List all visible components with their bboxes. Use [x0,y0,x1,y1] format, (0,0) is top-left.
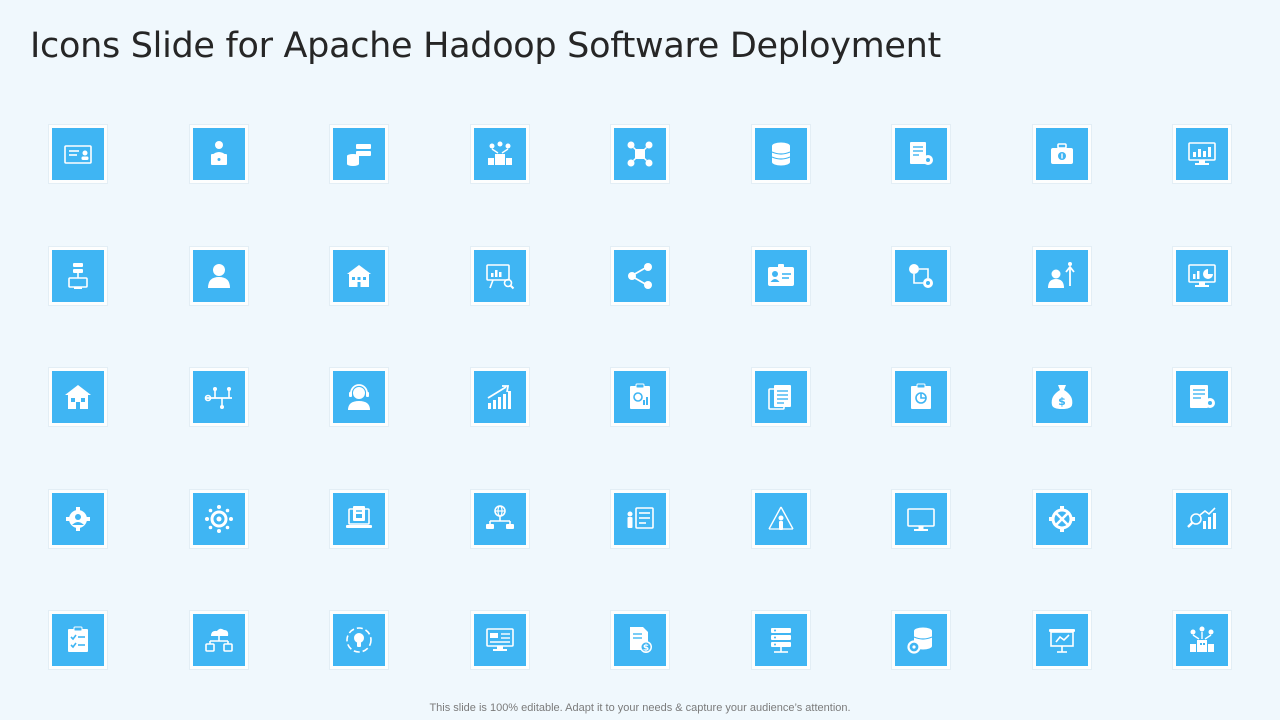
icon-tile [750,367,811,427]
icon-tile [1172,245,1232,306]
gear-network-icon [192,492,245,545]
server-rack-icon [754,614,807,666]
icon-tile [1172,367,1232,427]
data-analytics-icon [1176,492,1228,545]
icon-tile [329,124,389,184]
database-icon [754,128,807,180]
report-clipboard-icon [614,371,666,423]
icon-tile [750,488,811,549]
global-network-icon [473,492,526,545]
computer-dashboard-icon [473,614,526,666]
icon-tile [1031,124,1092,184]
presentation-analysis-icon [473,249,526,302]
icon-tile [1172,610,1232,670]
footer-note: This slide is 100% editable. Adapt it to… [429,702,851,714]
house-building-icon [52,371,104,423]
icon-tile [48,124,108,184]
icon-tile [891,610,951,670]
icon-tile [1031,488,1092,549]
timeline-nodes-icon [192,371,245,423]
server-computer-icon [52,249,104,302]
icon-tile [469,367,530,427]
icon-tile [329,610,389,670]
team-gear-icon [52,492,104,545]
icon-tile [610,124,670,184]
icon-tile [48,610,108,670]
desktop-monitor-icon [895,492,947,545]
customer-support-icon [333,371,385,423]
presentation-screen-icon [1035,614,1088,666]
icon-tile [891,488,951,549]
growth-chart-icon [473,371,526,423]
office-building-icon [333,249,385,302]
icon-tile [469,610,530,670]
network-buildings-icon [473,128,526,180]
icon-tile [610,245,670,306]
analytics-monitor-icon [1176,249,1228,302]
idea-cycle-icon [333,614,385,666]
icon-tile [1031,610,1092,670]
icon-tile [329,488,389,549]
icon-tile [48,245,108,306]
icon-tile [469,124,530,184]
svg-text:$: $ [643,644,649,654]
svg-text:$: $ [1058,395,1066,408]
document-gear-icon [1176,371,1228,423]
money-bag-icon: $ [1035,371,1088,423]
connected-checklist-icon [614,128,666,180]
presenter-board-icon [614,492,666,545]
money-briefcase-icon [1035,128,1088,180]
icon-tile [188,245,249,306]
presenter-laptop-icon [192,128,245,180]
icon-tile: $ [610,610,670,670]
icon-tile [48,488,108,549]
city-network-icon [1176,614,1228,666]
checklist-clipboard-icon [52,614,104,666]
cloud-sharing-icon [192,614,245,666]
laptop-report-icon [333,492,385,545]
icon-tile [329,367,389,427]
icon-tile: $ [1031,367,1092,427]
dashboard-monitor-icon [1176,128,1228,180]
icon-tile [329,245,389,306]
icon-tile [469,488,530,549]
icon-tile [1031,245,1092,306]
icon-tile [1172,488,1232,549]
analysis-clipboard-icon [895,371,947,423]
icon-tile [469,245,530,306]
documents-stack-icon [754,371,807,423]
icon-tile [188,367,249,427]
user-icon [192,249,245,302]
process-flow-icon [895,249,947,302]
icon-tile [750,610,811,670]
dollar-document-icon: $ [614,614,666,666]
icon-grid: $ $ [48,124,1236,670]
icon-tile [48,367,108,427]
tools-gear-icon [1035,492,1088,545]
icon-tile [610,367,670,427]
icon-tile [188,124,249,184]
icon-tile [188,488,249,549]
icon-tile [188,610,249,670]
share-network-icon [614,249,666,302]
database-gear-icon [895,614,947,666]
icon-tile [1172,124,1232,184]
user-hierarchy-icon [754,492,807,545]
icon-tile [610,488,670,549]
icon-tile [750,124,811,184]
icon-tile [891,245,951,306]
icon-tile [891,367,951,427]
user-growth-icon [1035,249,1088,302]
id-badge-icon [754,249,807,302]
icon-tile [891,124,951,184]
id-card-icon [52,128,104,180]
icon-tile [750,245,811,306]
document-settings-icon [895,128,947,180]
slide-title: Icons Slide for Apache Hadoop Software D… [30,26,941,66]
database-server-icon [333,128,385,180]
